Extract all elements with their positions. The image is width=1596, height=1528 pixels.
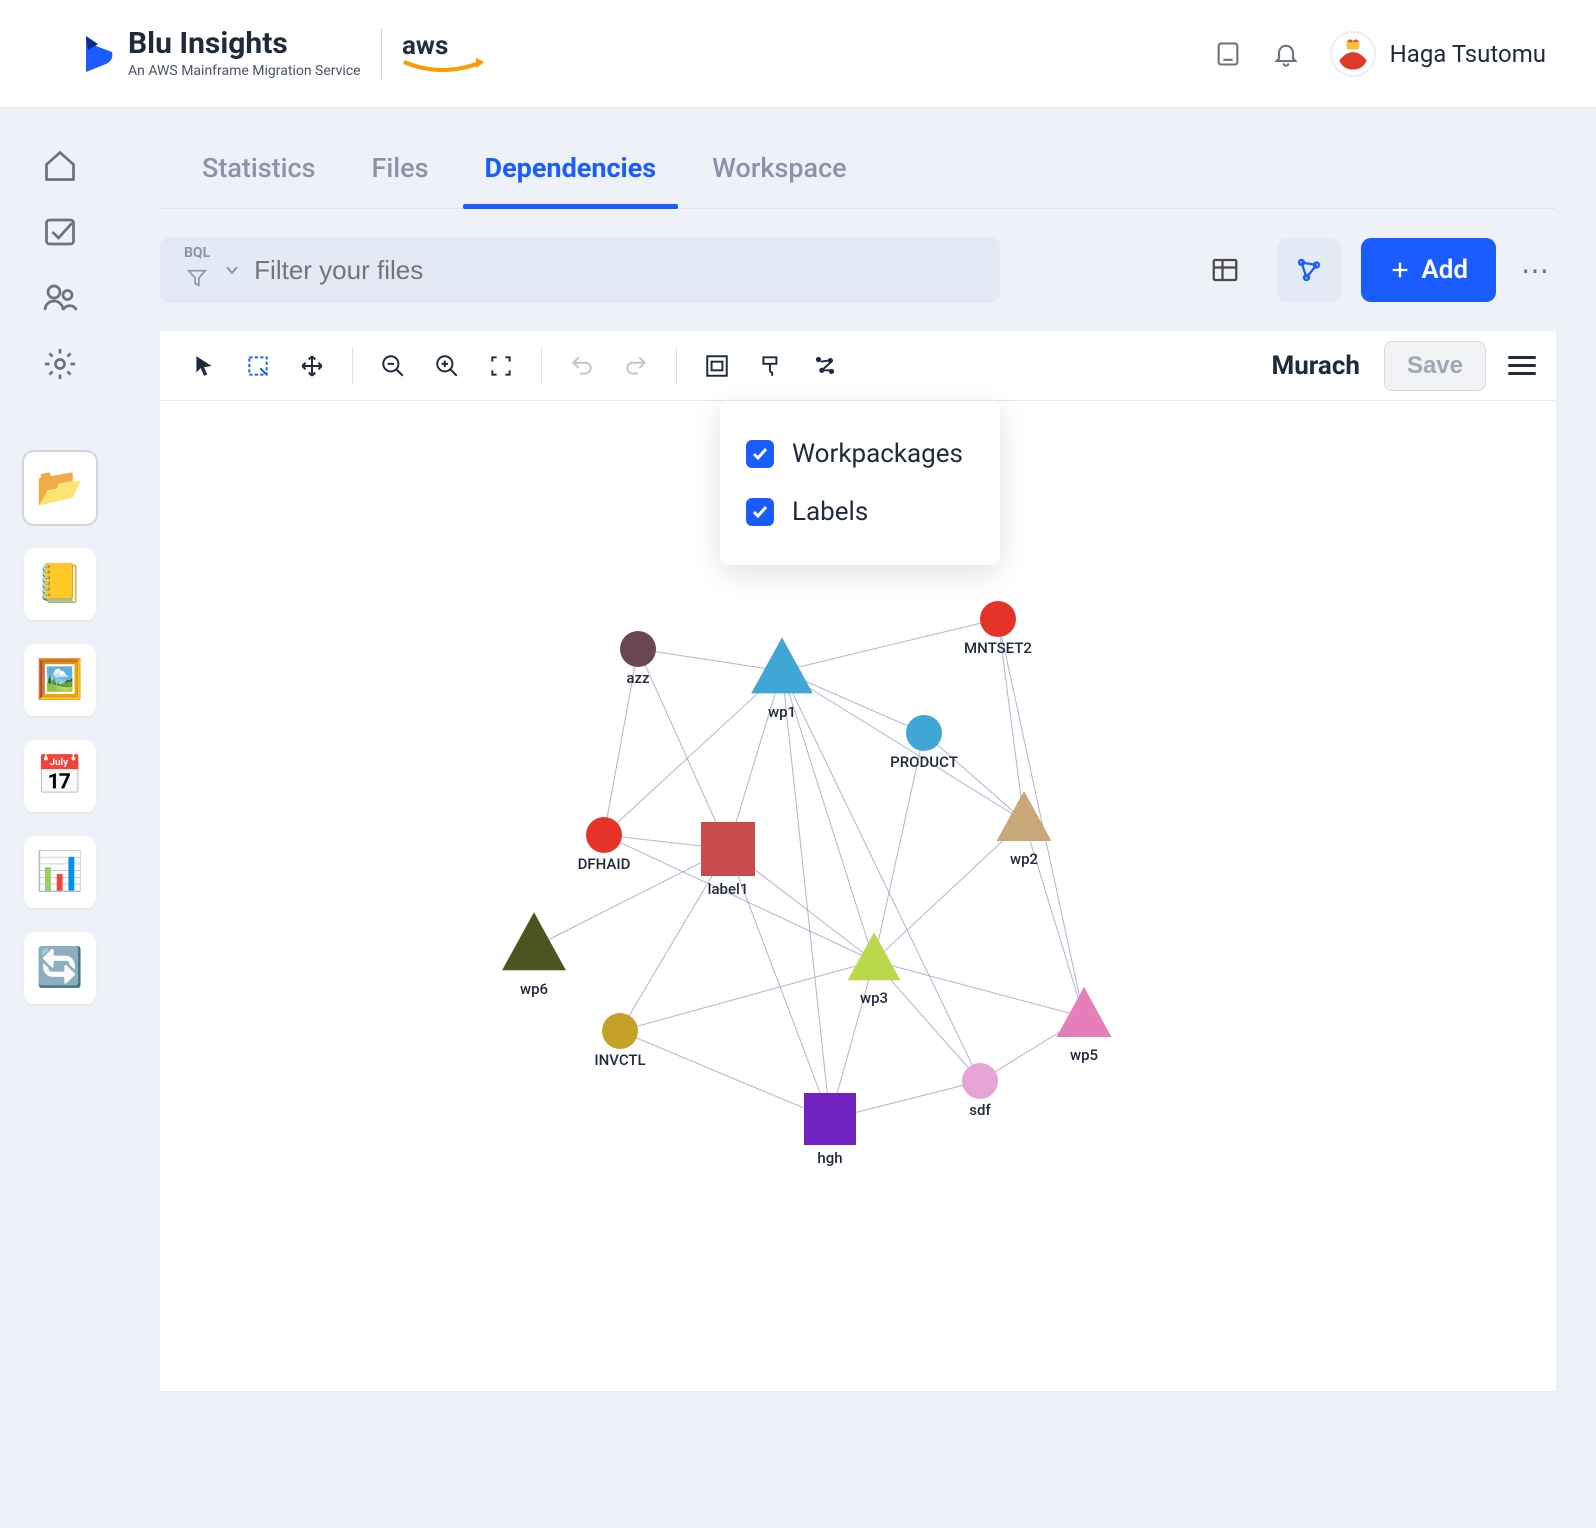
move-tool[interactable] [288,342,336,390]
avatar [1330,31,1376,77]
svg-text:INVCTL: INVCTL [594,1051,645,1069]
svg-text:sdf: sdf [969,1101,991,1119]
left-rail: 📂 📒 🖼️ 📅 📊 🔄 [0,108,120,1528]
tab-workspace[interactable]: Workspace [712,138,847,208]
popup-row-workpackages[interactable]: Workpackages [746,425,974,483]
svg-text:hgh: hgh [817,1149,842,1167]
bql-chip: BQL [184,245,210,261]
lasso-tool[interactable] [234,342,282,390]
zoom-out-button[interactable] [369,342,417,390]
filter-icon [186,267,208,289]
svg-text:aws: aws [402,31,448,61]
checkbox-workpackages[interactable] [746,440,774,468]
redo-button[interactable] [612,342,660,390]
svg-text:wp5: wp5 [1070,1046,1098,1064]
gear-icon[interactable] [42,346,78,382]
graph-panel: Murach Save Workpackages Labels azz wp1 MN… [160,331,1556,1391]
more-menu-button[interactable]: ⋯ [1516,254,1556,287]
brand-logo-icon [82,34,116,74]
brand-subtitle: An AWS Mainframe Migration Service [128,63,361,79]
filterbar: BQL Add ⋯ [160,237,1556,303]
rail-tile-image[interactable]: 🖼️ [24,644,96,716]
svg-text:azz: azz [626,669,650,687]
hamburger-icon[interactable] [1508,356,1536,375]
topbar-right: Haga Tsutomu [1214,31,1546,77]
filter-input[interactable] [254,255,976,286]
add-button[interactable]: Add [1361,238,1496,302]
scatter-button[interactable] [801,342,849,390]
bell-icon[interactable] [1272,40,1300,68]
user-name: Haga Tsutomu [1390,40,1546,68]
rail-tile-chart[interactable]: 📊 [24,836,96,908]
rail-tile-sync[interactable]: 🔄 [24,932,96,1004]
graph-title: Murach [1271,351,1359,381]
fit-screen-button[interactable] [477,342,525,390]
group-button[interactable] [693,342,741,390]
aws-logo-icon: aws [402,30,484,78]
table-view-button[interactable] [1193,238,1257,302]
rail-tile-calendar[interactable]: 📅 [24,740,96,812]
layers-popup: Workpackages Labels [720,401,1000,565]
tab-statistics[interactable]: Statistics [202,138,316,208]
svg-text:DFHAID: DFHAID [578,855,631,873]
popup-label: Labels [792,497,868,527]
caret-down-icon[interactable] [224,262,240,278]
book-icon[interactable] [1214,40,1242,68]
zoom-in-button[interactable] [423,342,471,390]
rail-tile-folder[interactable]: 📂 [24,452,96,524]
divider [381,29,382,79]
svg-text:wp6: wp6 [520,980,548,998]
popup-label: Workpackages [792,439,963,469]
graph-toolbar: Murach Save [160,331,1556,401]
svg-text:wp1: wp1 [768,703,796,721]
paint-button[interactable] [747,342,795,390]
tab-dependencies[interactable]: Dependencies [485,138,657,208]
tab-files[interactable]: Files [372,138,429,208]
svg-text:PRODUCT: PRODUCT [890,753,958,771]
svg-text:label1: label1 [708,880,749,898]
svg-text:wp3: wp3 [860,989,888,1007]
brand[interactable]: Blu Insights An AWS Mainframe Migration … [82,29,361,79]
user-menu[interactable]: Haga Tsutomu [1330,31,1546,77]
rail-tiles: 📂 📒 🖼️ 📅 📊 🔄 [24,452,96,1004]
brand-title: Blu Insights [128,29,361,59]
home-icon[interactable] [42,148,78,184]
graph-view-button[interactable] [1277,238,1341,302]
undo-button[interactable] [558,342,606,390]
topbar: Blu Insights An AWS Mainframe Migration … [0,0,1596,108]
svg-text:MNTSET2: MNTSET2 [964,639,1032,657]
svg-text:wp2: wp2 [1010,850,1038,868]
filter-input-wrap[interactable]: BQL [160,237,1000,303]
tabs: Statistics Files Dependencies Workspace [160,138,1556,209]
checkbox-labels[interactable] [746,498,774,526]
brand-area: Blu Insights An AWS Mainframe Migration … [82,29,484,79]
main: Statistics Files Dependencies Workspace … [120,108,1596,1528]
save-button[interactable]: Save [1384,341,1486,391]
pointer-tool[interactable] [180,342,228,390]
check-icon[interactable] [42,214,78,250]
users-icon[interactable] [42,280,78,316]
plus-icon [1389,259,1411,281]
popup-row-labels[interactable]: Labels [746,483,974,541]
rail-tile-notes[interactable]: 📒 [24,548,96,620]
add-button-label: Add [1421,255,1468,285]
